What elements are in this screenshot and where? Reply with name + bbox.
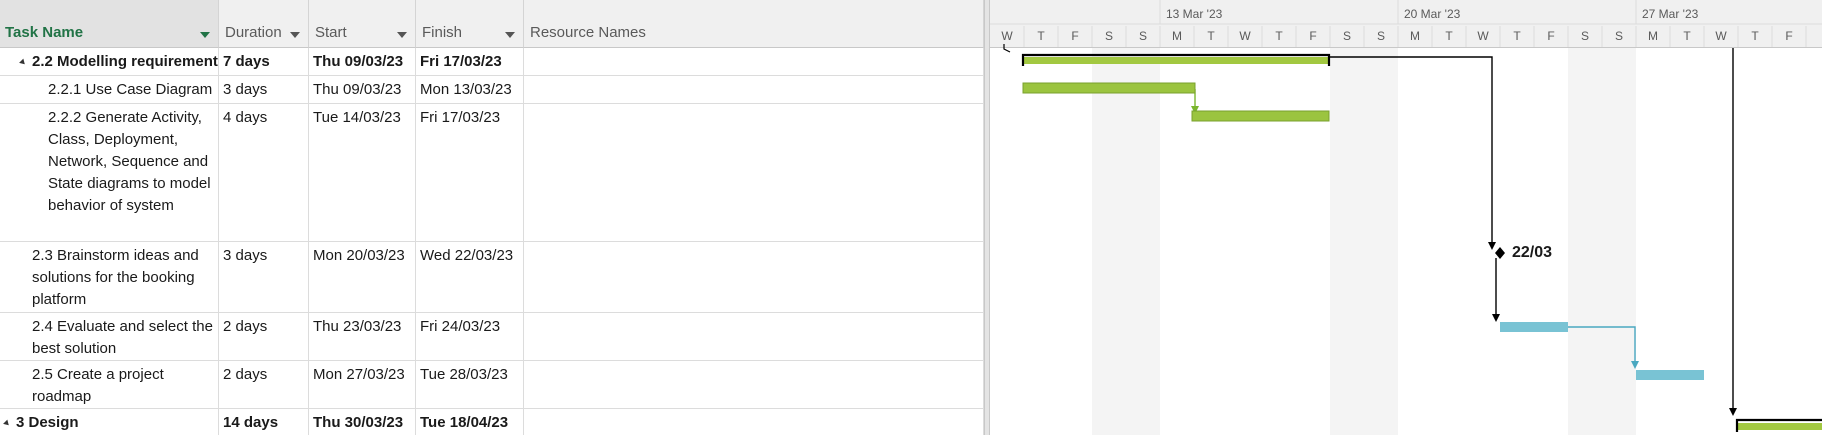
column-header-start[interactable]: Start — [309, 0, 416, 48]
day-label: S — [1377, 29, 1385, 43]
resource-names-cell[interactable] — [524, 242, 984, 312]
task-name-cell[interactable]: 2.2.1 Use Case Diagram — [0, 76, 219, 103]
duration-cell[interactable]: 2 days — [219, 313, 309, 360]
gantt-chart: W T F S S M T W T F S S M T W T F S S M T W T F 13 Mar '23 20 Mar… — [990, 0, 1822, 435]
day-label: M — [1410, 29, 1420, 43]
task-name: 2.2 Modelling requirements — [32, 53, 219, 70]
day-label: F — [1547, 29, 1554, 43]
day-label: T — [1445, 29, 1453, 43]
resource-names-cell[interactable] — [524, 48, 984, 75]
resource-names-cell[interactable] — [524, 313, 984, 360]
filter-dropdown-icon[interactable] — [200, 32, 210, 38]
day-label: F — [1071, 29, 1078, 43]
critical-task-bar[interactable] — [1500, 322, 1568, 332]
filter-dropdown-icon[interactable] — [505, 32, 515, 38]
start-cell[interactable]: Thu 30/03/23 — [309, 409, 416, 435]
duration-cell[interactable]: 3 days — [219, 76, 309, 103]
duration-cell[interactable]: 3 days — [219, 242, 309, 312]
finish-cell[interactable]: Fri 17/03/23 — [416, 48, 524, 75]
critical-task-bar[interactable] — [1636, 370, 1704, 380]
day-label: T — [1037, 29, 1045, 43]
column-header-label: Task Name — [5, 24, 84, 41]
day-label: W — [1715, 29, 1727, 43]
day-label: M — [1172, 29, 1182, 43]
task-name-cell[interactable]: 2.4 Evaluate and select the best solutio… — [0, 313, 219, 360]
day-label: W — [1001, 29, 1013, 43]
finish-cell[interactable]: Tue 18/04/23 — [416, 409, 524, 435]
day-label: T — [1683, 29, 1691, 43]
column-header-resource-names[interactable]: Resource Names — [524, 0, 984, 48]
finish-cell[interactable]: Fri 24/03/23 — [416, 313, 524, 360]
resource-names-cell[interactable] — [524, 76, 984, 103]
task-name: 3 Design — [16, 414, 79, 431]
day-label: S — [1105, 29, 1113, 43]
day-label: T — [1207, 29, 1215, 43]
summary-bar[interactable] — [1021, 53, 1331, 66]
finish-cell[interactable]: Tue 28/03/23 — [416, 361, 524, 408]
task-bar[interactable] — [1022, 82, 1196, 94]
day-label: T — [1275, 29, 1283, 43]
column-header-duration[interactable]: Duration — [219, 0, 309, 48]
day-label: W — [1239, 29, 1251, 43]
table-row[interactable]: 2.3 Brainstorm ideas and solutions for t… — [0, 242, 984, 313]
column-header-finish[interactable]: Finish — [416, 0, 524, 48]
task-bar[interactable] — [1191, 110, 1330, 122]
day-label: S — [1581, 29, 1589, 43]
column-header-label: Resource Names — [530, 24, 646, 41]
table-row[interactable]: 3 Design 14 days Thu 30/03/23 Tue 18/04/… — [0, 409, 984, 435]
start-cell[interactable]: Thu 23/03/23 — [309, 313, 416, 360]
table-row[interactable]: 2.4 Evaluate and select the best solutio… — [0, 313, 984, 361]
start-cell[interactable]: Mon 27/03/23 — [309, 361, 416, 408]
day-label: T — [1751, 29, 1759, 43]
duration-cell[interactable]: 14 days — [219, 409, 309, 435]
column-header-task-name[interactable]: Task Name — [0, 0, 219, 48]
milestone-label: 22/03 — [1512, 244, 1552, 261]
task-name-cell[interactable]: 2.5 Create a project roadmap — [0, 361, 219, 408]
finish-cell[interactable]: Wed 22/03/23 — [416, 242, 524, 312]
task-name-cell[interactable]: 3 Design — [0, 409, 219, 435]
task-name-cell[interactable]: 2.2.2 Generate Activity, Class, Deployme… — [0, 104, 219, 241]
task-name-cell[interactable]: 2.3 Brainstorm ideas and solutions for t… — [0, 242, 219, 312]
collapse-triangle-icon[interactable] — [3, 419, 11, 427]
table-row[interactable]: 2.5 Create a project roadmap 2 days Mon … — [0, 361, 984, 409]
start-cell[interactable]: Thu 09/03/23 — [309, 76, 416, 103]
filter-dropdown-icon[interactable] — [290, 32, 300, 38]
duration-cell[interactable]: 2 days — [219, 361, 309, 408]
duration-cell[interactable]: 4 days — [219, 104, 309, 241]
summary-bar[interactable] — [1735, 418, 1822, 432]
table-row[interactable]: 2.2.2 Generate Activity, Class, Deployme… — [0, 104, 984, 242]
resource-names-cell[interactable] — [524, 361, 984, 408]
start-cell[interactable]: Tue 14/03/23 — [309, 104, 416, 241]
column-header-label: Duration — [225, 24, 282, 41]
column-header-label: Start — [315, 24, 347, 41]
resource-names-cell[interactable] — [524, 104, 984, 241]
day-label: F — [1785, 29, 1792, 43]
day-label: M — [1648, 29, 1658, 43]
task-name-cell[interactable]: 2.2 Modelling requirements — [0, 48, 219, 75]
day-label: S — [1139, 29, 1147, 43]
week-label: 20 Mar '23 — [1404, 7, 1461, 21]
duration-cell[interactable]: 7 days — [219, 48, 309, 75]
week-label: 13 Mar '23 — [1166, 7, 1223, 21]
gantt-chart-pane: W T F S S M T W T F S S M T W T F S S M T W T F 13 Mar '23 20 Mar… — [990, 0, 1822, 435]
resource-names-cell[interactable] — [524, 409, 984, 435]
table-row[interactable]: 2.2 Modelling requirements 7 days Thu 09… — [0, 48, 984, 76]
filter-dropdown-icon[interactable] — [397, 32, 407, 38]
finish-cell[interactable]: Fri 17/03/23 — [416, 104, 524, 241]
day-label: T — [1513, 29, 1521, 43]
finish-cell[interactable]: Mon 13/03/23 — [416, 76, 524, 103]
day-label: S — [1343, 29, 1351, 43]
start-cell[interactable]: Thu 09/03/23 — [309, 48, 416, 75]
week-label: 27 Mar '23 — [1642, 7, 1699, 21]
day-label: S — [1615, 29, 1623, 43]
start-cell[interactable]: Mon 20/03/23 — [309, 242, 416, 312]
table-row[interactable]: 2.2.1 Use Case Diagram 3 days Thu 09/03/… — [0, 76, 984, 104]
collapse-triangle-icon[interactable] — [19, 58, 27, 66]
milestone-diamond[interactable] — [1495, 247, 1505, 259]
day-label: F — [1309, 29, 1316, 43]
task-grid: Task Name Duration Start Finish Resource… — [0, 0, 984, 435]
day-label: W — [1477, 29, 1489, 43]
column-header-label: Finish — [422, 24, 463, 41]
